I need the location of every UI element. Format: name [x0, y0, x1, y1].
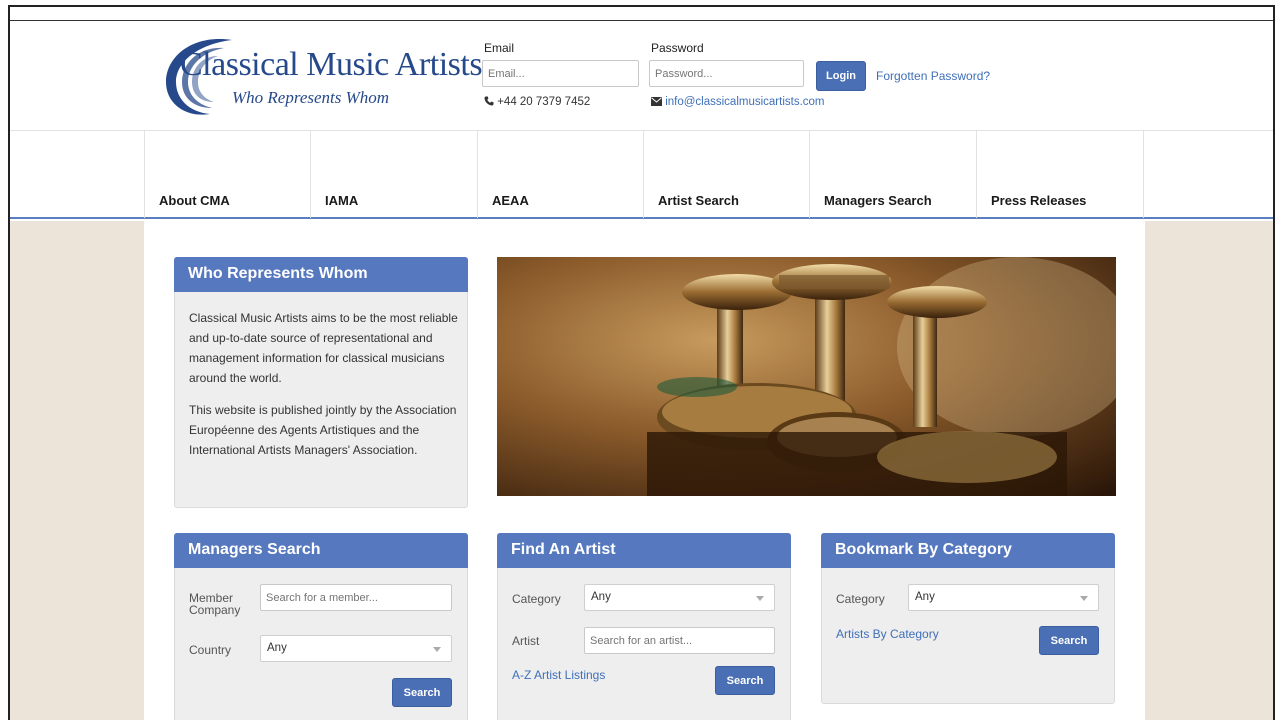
site-logo[interactable]: Classical Music Artists Who Represents W…	[162, 32, 483, 120]
phone-number: +44 20 7379 7452	[497, 96, 591, 108]
nav-item-iama[interactable]: IAMA	[311, 131, 478, 218]
trumpet-valves-image	[497, 257, 1116, 496]
nav-label: AEAA	[492, 193, 529, 208]
forgot-password-link[interactable]: Forgotten Password?	[876, 69, 990, 83]
artist-search-input[interactable]	[584, 627, 775, 654]
nav-label: IAMA	[325, 193, 359, 208]
country-select[interactable]: Any	[260, 635, 452, 662]
managers-search-title: Managers Search	[174, 533, 468, 568]
nav-label: About CMA	[159, 193, 230, 208]
envelope-icon	[651, 97, 662, 106]
nav-label: Artist Search	[658, 193, 739, 208]
password-input[interactable]	[649, 60, 804, 87]
nav-item-aeaa[interactable]: AEAA	[478, 131, 644, 218]
nav-label: Press Releases	[991, 193, 1087, 208]
main-nav: About CMA IAMA AEAA Artist Search Manage…	[10, 130, 1273, 219]
chevron-down-icon	[433, 647, 441, 652]
chevron-down-icon	[1080, 596, 1088, 601]
phone-contact: +44 20 7379 7452	[484, 96, 590, 108]
phone-icon	[484, 96, 494, 106]
intro-paragraph-1: Classical Music Artists aims to be the m…	[189, 311, 458, 385]
artist-category-value: Any	[591, 591, 611, 603]
bookmark-search-button[interactable]: Search	[1039, 626, 1099, 655]
az-artist-listings-link[interactable]: A-Z Artist Listings	[512, 668, 605, 682]
member-search-input[interactable]	[260, 584, 452, 611]
category-label: Category	[512, 592, 561, 606]
find-artist-panel: Find An Artist Category Any Artist A-Z A…	[497, 533, 791, 720]
top-rule	[10, 20, 1273, 21]
email-address[interactable]: info@classicalmusicartists.com	[665, 96, 824, 108]
artist-category-select[interactable]: Any	[584, 584, 775, 611]
login-button[interactable]: Login	[816, 61, 866, 91]
bookmark-category-value: Any	[915, 591, 935, 603]
intro-paragraph-2: This website is published jointly by the…	[189, 403, 457, 457]
nav-item-artist-search[interactable]: Artist Search	[644, 131, 810, 218]
intro-panel: Who Represents Whom Classical Music Arti…	[174, 257, 468, 508]
bookmark-category-panel: Bookmark By Category Category Any Artist…	[821, 533, 1115, 704]
logo-tagline: Who Represents Whom	[232, 88, 390, 107]
logo-text: Classical Music Artists	[180, 46, 483, 83]
nav-item-about-cma[interactable]: About CMA	[144, 131, 311, 218]
bookmark-category-select[interactable]: Any	[908, 584, 1099, 611]
artist-search-button[interactable]: Search	[715, 666, 775, 695]
password-label: Password	[651, 41, 704, 55]
email-contact[interactable]: info@classicalmusicartists.com	[651, 96, 825, 108]
artists-by-category-link[interactable]: Artists By Category	[836, 627, 939, 641]
intro-title: Who Represents Whom	[174, 257, 468, 292]
chevron-down-icon	[756, 596, 764, 601]
browser-page: Classical Music Artists Who Represents W…	[8, 5, 1275, 720]
nav-item-press-releases[interactable]: Press Releases	[977, 131, 1144, 218]
bookmark-category-label: Category	[836, 592, 885, 606]
nav-item-managers-search[interactable]: Managers Search	[810, 131, 977, 218]
email-input[interactable]	[482, 60, 639, 87]
member-company-label: Member Company	[189, 591, 241, 617]
managers-search-button[interactable]: Search	[392, 678, 452, 707]
artist-label: Artist	[512, 634, 540, 648]
find-artist-title: Find An Artist	[497, 533, 791, 568]
hero-image	[497, 257, 1116, 496]
country-value: Any	[267, 642, 287, 654]
country-label: Country	[189, 643, 232, 657]
managers-search-panel: Managers Search Member Company Country A…	[174, 533, 468, 720]
email-label: Email	[484, 41, 515, 55]
bookmark-category-title: Bookmark By Category	[821, 533, 1115, 568]
nav-label: Managers Search	[824, 193, 932, 208]
